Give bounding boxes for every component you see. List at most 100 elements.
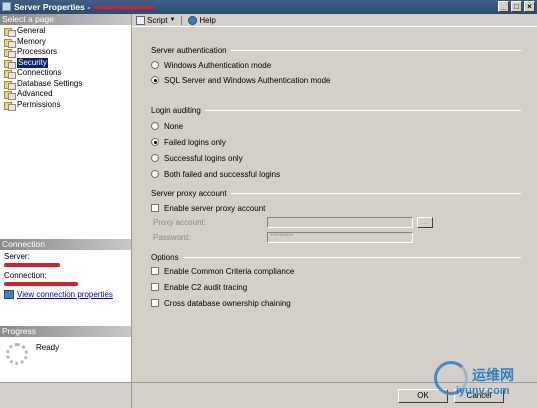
c2-audit-option[interactable]: Enable C2 audit tracing (151, 282, 521, 292)
password-label: Password: (153, 232, 191, 242)
audit-both-option[interactable]: Both failed and successful logins (151, 169, 521, 179)
progress-status: Ready (36, 343, 60, 352)
mixed-auth-radio[interactable] (151, 76, 159, 84)
cross-db-checkbox[interactable] (151, 299, 159, 307)
page-item-label: Memory (17, 36, 46, 46)
page-icon (3, 90, 16, 101)
enable-proxy-option[interactable]: Enable server proxy account (151, 203, 521, 213)
toolbar-separator (181, 15, 183, 25)
page-item-permissions[interactable]: Permissions (0, 100, 131, 111)
page-item-database-settings[interactable]: Database Settings (0, 79, 131, 90)
password-field[interactable]: ********** (267, 231, 413, 243)
page-list: General Memory Processors Security Conne… (0, 25, 131, 111)
audit-failed-option[interactable]: Failed logins only (151, 137, 521, 147)
page-item-advanced[interactable]: Advanced (0, 89, 131, 101)
page-icon (3, 101, 16, 111)
page-item-general[interactable]: General (0, 26, 131, 38)
view-connection-properties-link[interactable]: View connection properties (4, 290, 127, 299)
page-icon (3, 27, 16, 38)
button-bar: OK Cancel (0, 382, 537, 408)
page-item-label: Processors (17, 47, 58, 56)
script-label: Script (147, 15, 168, 25)
windows-auth-option[interactable]: Windows Authentication mode (151, 60, 521, 70)
page-item-connections[interactable]: Connections (0, 68, 131, 80)
properties-icon (4, 290, 14, 299)
select-page-header: Select a page (0, 14, 131, 25)
audit-none-label: None (164, 121, 184, 131)
page-item-label: General (17, 26, 46, 35)
help-label: Help (199, 15, 216, 25)
chevron-down-icon: ▼ (169, 17, 176, 23)
page-item-label: Security (17, 57, 48, 68)
windows-auth-radio[interactable] (151, 61, 159, 69)
audit-none-option[interactable]: None (151, 121, 521, 131)
app-icon (2, 2, 11, 11)
login-auditing-title: Login auditing (151, 105, 201, 115)
audit-both-label: Both failed and successful logins (164, 169, 281, 179)
c2-audit-label: Enable C2 audit tracing (164, 282, 248, 292)
c2-audit-checkbox[interactable] (151, 283, 159, 291)
connection-header: Connection (0, 239, 131, 250)
script-icon (136, 15, 145, 25)
page-item-memory[interactable]: Memory (0, 37, 131, 48)
audit-successful-option[interactable]: Successful logins only (151, 153, 521, 163)
proxy-account-label: Proxy account: (153, 217, 206, 227)
mixed-auth-label: SQL Server and Windows Authentication mo… (164, 75, 331, 85)
window-title: Server Properties - (14, 2, 91, 12)
left-panel: Select a page General Memory Processors … (0, 14, 132, 382)
close-button[interactable]: × (524, 1, 535, 12)
login-auditing-group: Login auditing None Failed logins only S… (151, 105, 521, 179)
page-item-label: Database Settings (17, 78, 83, 88)
page-icon (3, 80, 16, 90)
page-item-label: Connections (17, 68, 62, 77)
toolbar: Script ▼ Help (132, 14, 537, 27)
page-icon (3, 48, 16, 59)
page-icon (3, 59, 16, 69)
options-group: Options Enable Common Criteria complianc… (151, 252, 521, 308)
common-criteria-checkbox[interactable] (151, 267, 159, 275)
mixed-auth-option[interactable]: SQL Server and Windows Authentication mo… (151, 75, 521, 85)
enable-proxy-label: Enable server proxy account (164, 203, 266, 213)
redacted-server-value (4, 263, 60, 267)
minimize-button[interactable]: _ (498, 1, 509, 12)
help-icon (188, 15, 198, 25)
server-proxy-group: Server proxy account Enable server proxy… (151, 188, 521, 243)
page-icon (3, 69, 16, 80)
progress-header: Progress (0, 326, 131, 337)
ok-button[interactable]: OK (398, 389, 448, 403)
right-panel: Script ▼ Help Server authentication Wind… (132, 14, 537, 382)
common-criteria-option[interactable]: Enable Common Criteria compliance (151, 266, 521, 276)
maximize-button[interactable]: □ (511, 1, 522, 12)
help-button[interactable]: Help (188, 15, 216, 25)
audit-successful-label: Successful logins only (164, 153, 243, 163)
view-connection-properties-label: View connection properties (17, 290, 113, 299)
divider (131, 383, 132, 408)
proxy-account-field[interactable] (267, 216, 413, 228)
page-item-label: Permissions (17, 99, 61, 109)
connection-section: Connection Server: Connection: View conn… (0, 239, 131, 325)
enable-proxy-checkbox[interactable] (151, 204, 159, 212)
page-item-security[interactable]: Security (0, 57, 131, 69)
redacted-connection-value (4, 282, 78, 286)
spinner-icon (6, 343, 28, 365)
connection-label: Connection: (4, 271, 47, 280)
server-proxy-title: Server proxy account (151, 188, 227, 198)
audit-successful-radio[interactable] (151, 154, 159, 162)
server-label: Server: (4, 252, 30, 261)
cross-db-option[interactable]: Cross database ownership chaining (151, 298, 521, 308)
script-button[interactable]: Script ▼ (136, 15, 176, 25)
common-criteria-label: Enable Common Criteria compliance (164, 266, 295, 276)
server-authentication-group: Server authentication Windows Authentica… (151, 45, 521, 85)
page-item-processors[interactable]: Processors (0, 47, 131, 59)
audit-failed-radio[interactable] (151, 138, 159, 146)
audit-both-radio[interactable] (151, 170, 159, 178)
windows-auth-label: Windows Authentication mode (164, 60, 272, 70)
page-item-label: Advanced (17, 89, 53, 98)
browse-proxy-button[interactable]: ... (417, 216, 433, 228)
audit-none-radio[interactable] (151, 122, 159, 130)
redacted-server-name (94, 6, 155, 10)
cancel-button[interactable]: Cancel (454, 389, 504, 403)
server-authentication-title: Server authentication (151, 45, 227, 55)
page-icon (3, 38, 16, 48)
cross-db-label: Cross database ownership chaining (164, 298, 291, 308)
